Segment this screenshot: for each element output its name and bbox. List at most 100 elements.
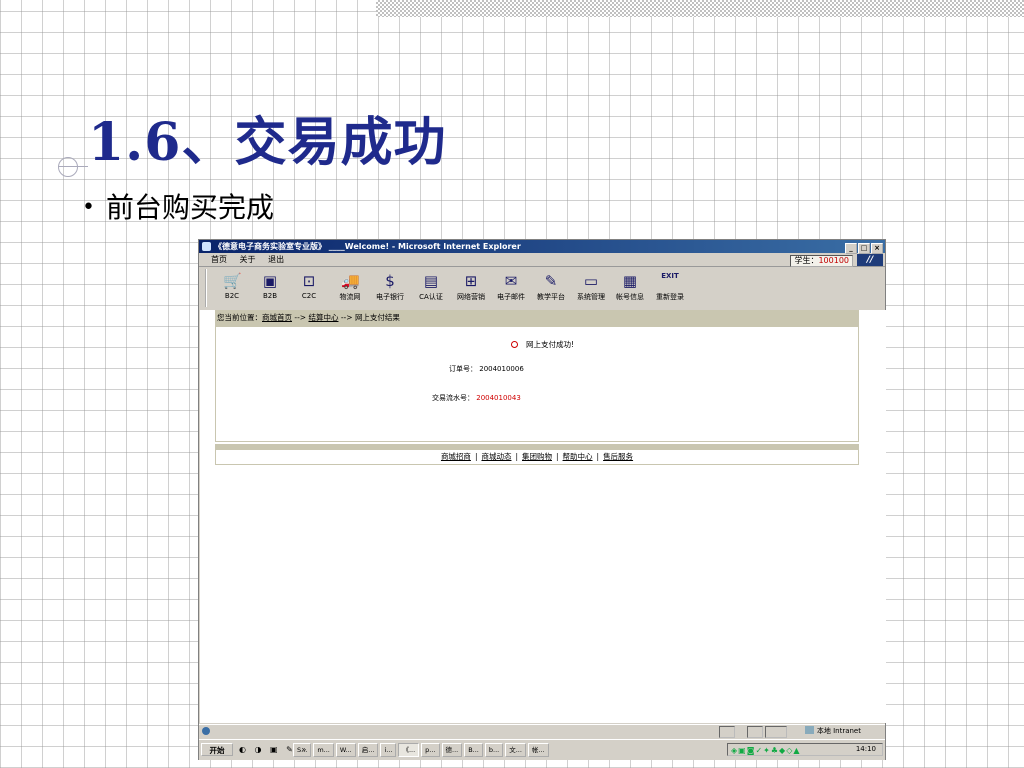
intranet-icon (804, 726, 814, 734)
student-badge: 学生：100100 (790, 255, 853, 267)
tool-logistics[interactable]: 🚚 物流网 (331, 272, 369, 302)
tool-email[interactable]: ✉ 电子邮件 (492, 272, 530, 302)
menu-home[interactable]: 首页 (211, 255, 227, 264)
window-title: 《德意电子商务实验室专业版》 ____Welcome! - Microsoft … (214, 242, 521, 251)
page-content: 您当前位置：商城首页 --> 结算中心 --> 网上支付结果 网上支付成功! 订… (200, 310, 886, 723)
tool-label: 教学平台 (537, 293, 565, 301)
tool-account[interactable]: ▦ 帐号信息 (611, 272, 649, 302)
task-button[interactable]: p... (421, 743, 440, 757)
tool-label: 电子银行 (376, 293, 404, 301)
breadcrumb-current: 网上支付结果 (354, 313, 400, 322)
taskbar: 开始 ◐ ◑ ▣ ✎ » S... m... W... 启... i... 《... p..… (199, 739, 885, 760)
task-button[interactable]: W... (335, 743, 356, 757)
footer-separator: | (596, 452, 600, 461)
tool-label: CA认证 (419, 293, 443, 301)
task-button[interactable]: 启... (357, 743, 379, 757)
account-icon: ▦ (622, 272, 638, 290)
tool-system[interactable]: ▭ 系统管理 (572, 272, 610, 302)
status-bar: 本地 Intranet (199, 724, 885, 738)
tool-ebank[interactable]: $ 电子银行 (371, 272, 409, 302)
tool-label: 网络营销 (457, 293, 485, 301)
tools-icon: ✎ (544, 272, 558, 290)
start-button[interactable]: 开始 (201, 743, 233, 756)
task-button[interactable]: m... (313, 743, 334, 757)
tool-label: 物流网 (339, 293, 361, 301)
title-bar[interactable]: 《德意电子商务实验室专业版》 ____Welcome! - Microsoft … (199, 240, 885, 254)
decorative-circle (58, 157, 78, 177)
truck-icon: 🚚 (341, 272, 360, 290)
clock[interactable]: 14:10 (856, 744, 876, 755)
task-button[interactable]: 帐... (527, 743, 549, 757)
close-button[interactable]: × (871, 243, 883, 254)
status-cell (765, 726, 787, 738)
task-button[interactable]: 德... (441, 743, 463, 757)
footer-separator: | (515, 452, 518, 461)
footer-link-merchants[interactable]: 商城招商 (441, 452, 471, 461)
status-cell (747, 726, 763, 738)
student-id: 100100 (818, 256, 849, 265)
decorative-pattern-band (376, 0, 1024, 17)
security-zone: 本地 Intranet (804, 725, 861, 738)
order-number: 2004010006 (479, 365, 524, 373)
tool-b2b[interactable]: ▣ B2B (251, 272, 289, 300)
tool-ca[interactable]: ▤ CA认证 (412, 272, 450, 302)
maximize-button[interactable]: □ (858, 243, 870, 254)
tool-label: 帐号信息 (616, 293, 644, 301)
trade-label: 交易流水号： (432, 394, 474, 402)
breadcrumb-arrow: --> (292, 313, 309, 322)
slide-title: 1.6、交易成功 (88, 112, 447, 173)
network-icon: ⊞ (464, 272, 478, 290)
result-panel: 网上支付成功! 订单号： 2004010006 交易流水号： 200401004… (215, 326, 859, 442)
tool-label: 重新登录 (656, 293, 684, 301)
footer-link-service[interactable]: 售后服务 (603, 452, 633, 461)
tool-marketing[interactable]: ⊞ 网络营销 (452, 272, 490, 302)
breadcrumb-checkout[interactable]: 结算中心 (308, 313, 338, 322)
page-status-icon (202, 727, 210, 735)
tool-label: C2C (301, 292, 317, 300)
tool-relogin[interactable]: EXIT 重新登录 (651, 272, 689, 302)
tool-teaching[interactable]: ✎ 教学平台 (532, 272, 570, 302)
bullet-mark: • (82, 195, 95, 220)
menu-about[interactable]: 关于 (240, 255, 256, 264)
footer-link-group-buy[interactable]: 集团购物 (522, 452, 552, 461)
footer-link-help[interactable]: 帮助中心 (563, 452, 593, 461)
mail-icon: ✉ (504, 272, 518, 290)
c2c-icon: ⊡ (302, 272, 316, 290)
zone-label: 本地 Intranet (816, 727, 861, 735)
tool-label: B2B (262, 292, 278, 300)
browser-window: 《德意电子商务实验室专业版》 ____Welcome! - Microsoft … (198, 239, 886, 760)
trade-number-row: 交易流水号： 2004010043 (432, 393, 521, 403)
window-controls: _ □ × (844, 241, 883, 254)
menu-bar: 首页 关于 退出 学生：100100 // (199, 254, 885, 267)
task-button[interactable]: 文... (505, 743, 526, 757)
bank-icon: $ (385, 272, 395, 290)
task-button[interactable]: b... (484, 743, 504, 757)
breadcrumb-prefix: 您当前位置： (217, 313, 262, 322)
task-button[interactable]: S... (293, 743, 312, 757)
task-button[interactable]: i... (380, 743, 397, 757)
minimize-button[interactable]: _ (845, 243, 857, 254)
b2c-icon: 🛒 (223, 272, 242, 290)
success-message: 网上支付成功! (511, 339, 574, 350)
menu-logout[interactable]: 退出 (268, 255, 284, 264)
breadcrumb-mall-home[interactable]: 商城首页 (262, 313, 292, 322)
task-button-active[interactable]: 《... (398, 743, 420, 757)
tray-icons[interactable]: ◈▣◙✓✦♣◆◇▲ (731, 745, 801, 756)
success-text: 网上支付成功! (526, 340, 575, 349)
tool-b2c[interactable]: 🛒 B2C (213, 272, 251, 300)
breadcrumb-arrow: --> (338, 313, 355, 322)
tool-c2c[interactable]: ⊡ C2C (290, 272, 328, 300)
decorative-line (58, 166, 88, 167)
brand-logo: // (857, 254, 883, 266)
order-number-row: 订单号： 2004010006 (449, 364, 524, 374)
system-tray: ◈▣◙✓✦♣◆◇▲ 14:10 (727, 743, 883, 756)
toolbar: 🛒 B2C ▣ B2B ⊡ C2C 🚚 物流网 $ 电子银行 ▤ CA认证 ⊞ 网络营销 ✉ 电… (205, 269, 885, 307)
trade-number: 2004010043 (476, 394, 521, 402)
tool-label: 系统管理 (577, 293, 605, 301)
footer-links: 商城招商 | 商城动态 | 集团购物 | 帮助中心 | 售后服务 (215, 450, 859, 465)
footer-link-news[interactable]: 商城动态 (481, 452, 511, 461)
ie-icon (202, 242, 211, 251)
success-circle-icon (511, 341, 518, 348)
task-button[interactable]: B... (464, 743, 483, 757)
task-buttons: S... m... W... 启... i... 《... p... 德... B... b...… (293, 743, 551, 757)
